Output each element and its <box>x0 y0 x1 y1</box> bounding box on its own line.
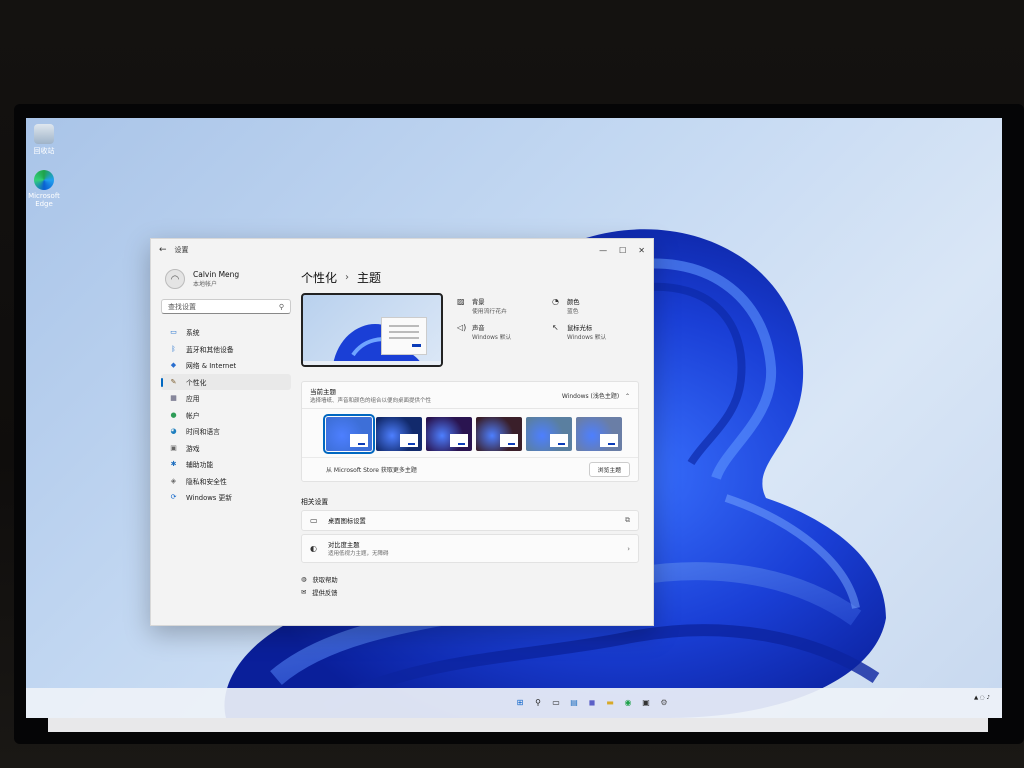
sidebar-item[interactable]: ● 帐户 <box>161 407 291 424</box>
search-icon: ⚲ <box>278 302 284 311</box>
search-icon[interactable]: ⚲ <box>532 696 544 708</box>
sidebar-item[interactable]: ᛒ 蓝牙和其他设备 <box>161 341 291 358</box>
related-settings-title: 相关设置 <box>301 498 329 506</box>
person-icon: ● <box>170 410 177 419</box>
related-settings: ▭ 桌面图标设置 ⧉ ◐ 对比度主题 适用低视力主题，无障碍 › <box>301 510 639 563</box>
edge-icon <box>34 170 54 190</box>
brush-icon: ✎ <box>170 377 177 386</box>
speaker-icon: ◁) <box>457 323 467 332</box>
breadcrumb-parent[interactable]: 个性化 <box>301 269 337 286</box>
main-content: 个性化 › 主题 ▨ 背景 使用流行花卉 ◔ 颜色 蓝色 ◁) 声音 Windows 默认 ↖ 鼠标… <box>301 267 639 599</box>
sunrise-theme[interactable] <box>526 417 572 451</box>
store-row: 从 Microsoft Store 获取更多主题 浏览主题 <box>302 457 638 481</box>
monitor-icon: ▭ <box>170 328 177 337</box>
current-theme-value: Windows (浅色主题) <box>561 392 620 400</box>
update-icon: ⟳ <box>170 493 177 502</box>
search-input[interactable]: 查找设置 ⚲ <box>161 299 291 314</box>
browse-themes-button[interactable]: 浏览主题 <box>588 462 630 477</box>
sidebar-item[interactable]: ◕ 时间和语言 <box>161 423 291 440</box>
widgets-icon[interactable]: ▤ <box>568 696 580 708</box>
gamepad-icon: ▣ <box>170 443 177 452</box>
theme-property[interactable]: ◁) 声音 Windows 默认 <box>457 323 544 349</box>
wifi-icon: ◆ <box>170 361 177 370</box>
related-setting-row[interactable]: ◐ 对比度主题 适用低视力主题，无障碍 › <box>301 534 639 563</box>
window-controls: — ☐ ✕ <box>599 246 645 255</box>
cursor-icon: ↖ <box>552 323 559 332</box>
sidebar-item[interactable]: ✎ 个性化 <box>161 373 291 390</box>
settings-icon[interactable]: ⚙ <box>658 696 670 708</box>
windows-dark-theme[interactable] <box>376 417 422 451</box>
contrast-icon: ◐ <box>310 544 317 553</box>
user-name: Calvin Meng <box>193 270 240 279</box>
current-theme-header[interactable]: 当前主题 选择墙纸、声音和颜色的组合以便向桌面提供个性 Windows (浅色主… <box>302 382 638 409</box>
sidebar-item[interactable]: ✱ 辅助功能 <box>161 456 291 473</box>
system-tray[interactable]: ▲ ◌ ♪ <box>974 694 990 702</box>
globe-icon: ◕ <box>170 427 177 436</box>
theme-properties: ▨ 背景 使用流行花卉 ◔ 颜色 蓝色 ◁) 声音 Windows 默认 ↖ 鼠标光标 Windows… <box>443 293 639 369</box>
chat-icon[interactable]: ◼ <box>586 696 598 708</box>
explorer-icon[interactable]: ▬ <box>604 696 616 708</box>
theme-property[interactable]: ◔ 颜色 蓝色 <box>552 297 639 323</box>
help-icon: ◍ <box>301 576 307 583</box>
apps-icon: ▦ <box>170 394 177 403</box>
user-account-type: 本地帐户 <box>193 281 218 288</box>
theme-property[interactable]: ▨ 背景 使用流行花卉 <box>457 297 544 323</box>
store-text: 从 Microsoft Store 获取更多主题 <box>326 467 417 474</box>
title-bar: ← 设置 — ☐ ✕ <box>151 239 653 261</box>
feedback-icon: ✉ <box>301 589 307 596</box>
theme-preview <box>301 293 443 367</box>
close-button[interactable]: ✕ <box>638 246 645 255</box>
user-card[interactable]: ◠ Calvin Meng 本地帐户 <box>161 267 291 299</box>
image-icon: ▨ <box>457 297 465 306</box>
monitor-chin <box>48 718 988 732</box>
flow-theme[interactable] <box>576 417 622 451</box>
accessibility-icon: ✱ <box>170 460 177 469</box>
recycle-bin-icon <box>34 124 54 144</box>
related-setting-row[interactable]: ▭ 桌面图标设置 ⧉ <box>301 510 639 531</box>
windows-light-theme[interactable] <box>323 414 375 454</box>
sidebar: ◠ Calvin Meng 本地帐户 查找设置 ⚲ ▭ 系统 ᛒ 蓝牙和其他设备 ◆ 网络… <box>161 267 291 506</box>
bluetooth-icon: ᛒ <box>171 344 176 353</box>
row-arrow-icon: › <box>627 544 630 553</box>
sidebar-item[interactable]: ▭ 系统 <box>161 324 291 341</box>
back-arrow-icon[interactable]: ← <box>159 245 167 255</box>
taskbar-icons: ⊞ ⚲ ▭ ▤ ◼ ▬ ◉ ▣ ⚙ <box>514 696 670 708</box>
avatar: ◠ <box>165 269 185 289</box>
sidebar-item[interactable]: ⟳ Windows 更新 <box>161 489 291 506</box>
help-link[interactable]: ◍ 获取帮助 <box>301 573 639 586</box>
preview-window <box>381 317 427 355</box>
breadcrumb: 个性化 › 主题 <box>301 267 639 287</box>
page-title: 主题 <box>357 270 382 285</box>
help-link[interactable]: ✉ 提供反馈 <box>301 586 639 599</box>
store-icon[interactable]: ▣ <box>640 696 652 708</box>
palette-icon: ◔ <box>552 297 559 306</box>
shield-icon: ◈ <box>170 476 177 485</box>
sidebar-item[interactable]: ◆ 网络 & Internet <box>161 357 291 374</box>
sidebar-nav: ▭ 系统 ᛒ 蓝牙和其他设备 ◆ 网络 & Internet ✎ 个性化 ▦ 应用 ● 帐户 ◕ 时间和语… <box>161 324 291 506</box>
maximize-button[interactable]: ☐ <box>619 246 626 255</box>
start-icon[interactable]: ⊞ <box>514 696 526 708</box>
glow-theme[interactable] <box>426 417 472 451</box>
desktop-icon-recycle-bin[interactable]: 回收站 <box>26 124 66 156</box>
breadcrumb-separator: › <box>345 271 350 283</box>
chevron-up-icon: ⌃ <box>624 392 630 400</box>
help-links: ◍ 获取帮助 ✉ 提供反馈 <box>301 573 639 599</box>
desktop-icon: ▭ <box>310 516 318 525</box>
window-title: 设置 <box>174 246 189 254</box>
settings-window: ← 设置 — ☐ ✕ ◠ Calvin Meng 本地帐户 查找设置 ⚲ ▭ 系统… <box>150 238 654 626</box>
sidebar-item[interactable]: ▣ 游戏 <box>161 440 291 457</box>
minimize-button[interactable]: — <box>599 246 607 255</box>
captured-motion-theme[interactable] <box>476 417 522 451</box>
sidebar-item[interactable]: ▦ 应用 <box>161 390 291 407</box>
theme-gallery <box>302 409 638 457</box>
row-arrow-icon: ⧉ <box>625 516 630 524</box>
theme-property[interactable]: ↖ 鼠标光标 Windows 默认 <box>552 323 639 349</box>
desktop-icon-edge[interactable]: Microsoft Edge <box>26 170 66 208</box>
theme-hero: ▨ 背景 使用流行花卉 ◔ 颜色 蓝色 ◁) 声音 Windows 默认 ↖ 鼠标光标 Windows… <box>301 293 639 369</box>
edge-icon[interactable]: ◉ <box>622 696 634 708</box>
current-theme-card: 当前主题 选择墙纸、声音和颜色的组合以便向桌面提供个性 Windows (浅色主… <box>301 381 639 482</box>
taskbar: ⊞ ⚲ ▭ ▤ ◼ ▬ ◉ ▣ ⚙ ▲ ◌ ♪ <box>26 688 1002 718</box>
task-view-icon[interactable]: ▭ <box>550 696 562 708</box>
sidebar-item[interactable]: ◈ 隐私和安全性 <box>161 473 291 490</box>
